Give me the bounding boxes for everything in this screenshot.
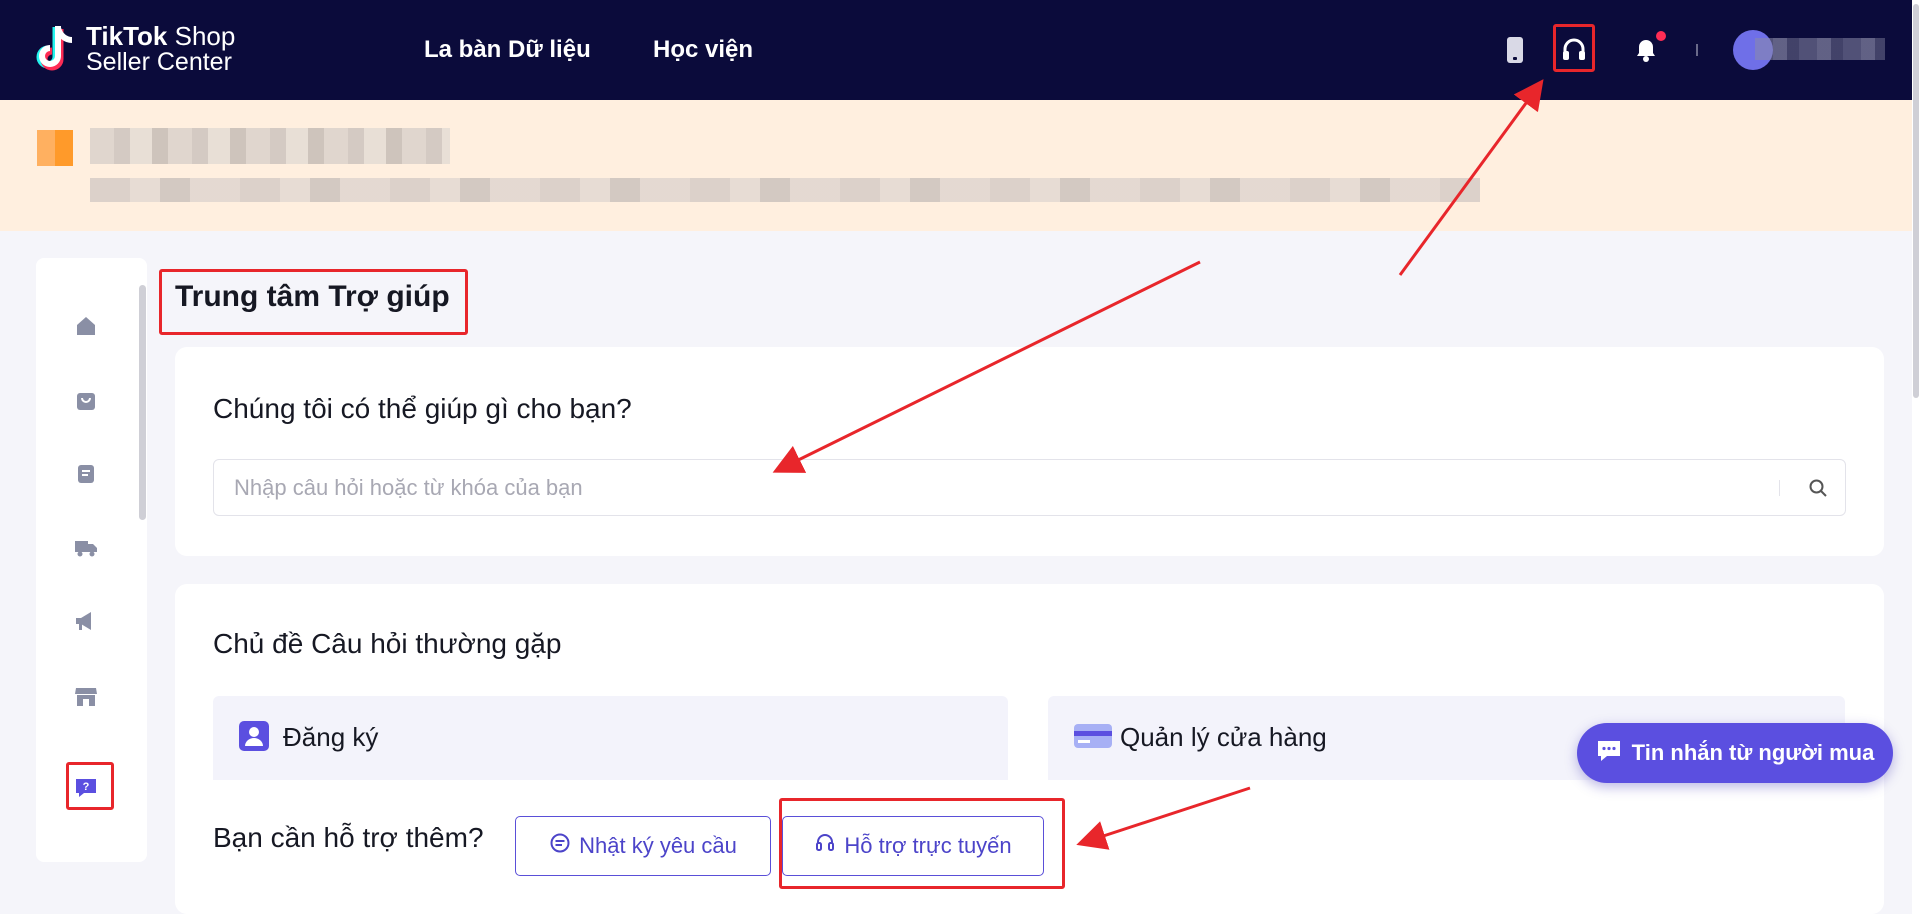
help-highlight-box <box>66 762 114 810</box>
search-input[interactable] <box>214 460 1774 515</box>
more-help-label: Bạn cần hỗ trợ thêm? <box>213 822 484 853</box>
sidebar-scrollbar[interactable] <box>139 285 146 520</box>
shop-name-blurred <box>90 128 450 164</box>
request-log-label: Nhật ký yêu cầu <box>579 833 737 858</box>
tiktok-logo-icon <box>34 22 80 76</box>
toolbar-divider <box>1696 44 1698 56</box>
nav-data-compass[interactable]: La bàn Dữ liệu <box>424 36 591 64</box>
nav-academy[interactable]: Học viện <box>653 36 753 64</box>
buyer-messages-label: Tin nhắn từ người mua <box>1631 740 1875 765</box>
top-navigation-bar: TikTok Shop Seller Center La bàn Dữ liệu… <box>0 0 1912 100</box>
account-name-blurred[interactable] <box>1755 38 1885 60</box>
title-highlight-box <box>159 269 468 335</box>
online-support-highlight-box <box>779 798 1065 889</box>
user-badge-icon <box>239 721 269 751</box>
shop-info-banner <box>0 100 1912 231</box>
home-icon[interactable] <box>74 314 98 338</box>
headset-highlight-box <box>1553 24 1595 72</box>
search-box <box>213 459 1846 516</box>
search-divider <box>1779 480 1780 496</box>
chat-bubble-icon <box>1596 738 1622 768</box>
logo-seller-center: Seller Center <box>86 48 232 76</box>
shop-logo <box>37 130 73 166</box>
logo-shop: Shop <box>167 21 236 51</box>
faq-heading: Chủ đề Câu hỏi thường gặp <box>213 628 562 659</box>
shop-notice-blurred <box>90 178 1480 202</box>
search-icon[interactable] <box>1806 476 1830 500</box>
faq-topic-label: Đăng ký <box>283 722 379 752</box>
mobile-icon[interactable] <box>1499 34 1531 66</box>
faq-topic-label: Quản lý cửa hàng <box>1120 722 1327 752</box>
page-scrollbar[interactable] <box>1913 4 1919 398</box>
notification-dot <box>1656 31 1666 41</box>
card-icon <box>1074 721 1112 751</box>
tiktok-shop-logo[interactable]: TikTok Shop Seller Center <box>34 22 235 76</box>
faq-topic-registration[interactable]: Đăng ký <box>213 696 1008 780</box>
store-icon[interactable] <box>74 685 98 709</box>
logo-brand: TikTok <box>86 21 168 51</box>
buyer-messages-button[interactable]: Tin nhắn từ người mua <box>1577 723 1893 783</box>
shipping-truck-icon[interactable] <box>74 535 98 559</box>
orders-icon[interactable] <box>74 462 98 486</box>
megaphone-icon[interactable] <box>74 609 98 633</box>
request-log-button[interactable]: Nhật ký yêu cầu <box>515 816 771 876</box>
search-card: Chúng tôi có thể giúp gì cho bạn? <box>175 347 1884 556</box>
request-log-icon <box>549 832 571 860</box>
shopping-bag-icon[interactable] <box>74 389 98 413</box>
search-heading: Chúng tôi có thể giúp gì cho bạn? <box>213 393 632 424</box>
